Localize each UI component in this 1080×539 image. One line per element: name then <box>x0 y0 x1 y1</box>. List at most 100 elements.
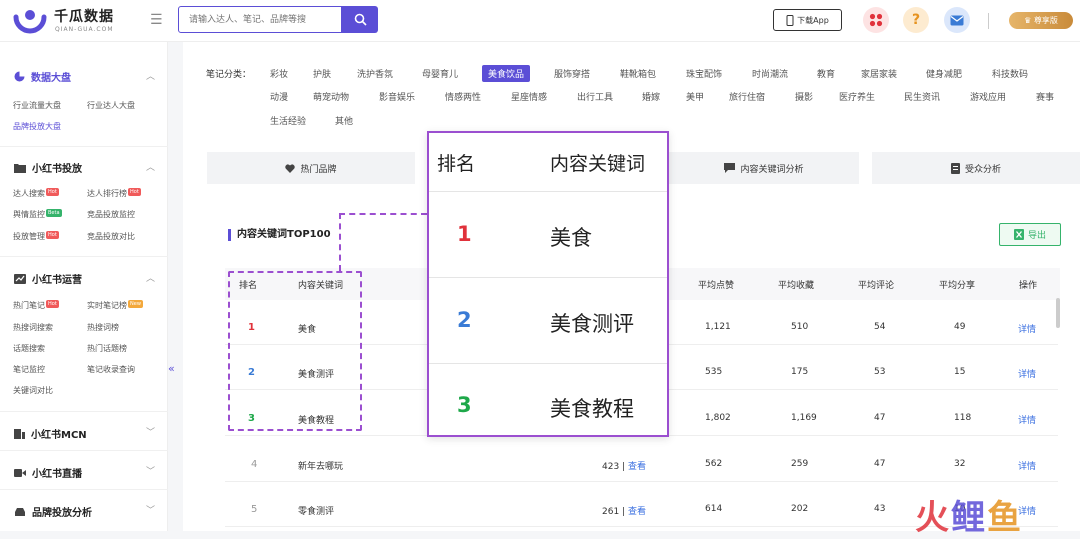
category-item[interactable]: 医疗养生 <box>839 90 875 103</box>
sidebar-section-xhs-ads[interactable]: 小红书投放 <box>14 160 82 175</box>
category-item[interactable]: 影音娱乐 <box>379 90 415 103</box>
notes-count-cell: 261 | 查看 <box>602 504 646 517</box>
chevron-down-icon[interactable]: ﹀ <box>146 503 155 516</box>
column-header-action: 操作 <box>1019 281 1038 291</box>
category-item[interactable]: 出行工具 <box>577 90 613 103</box>
category-item[interactable]: 科技数码 <box>992 67 1028 80</box>
details-link[interactable]: 详情 <box>1018 322 1036 335</box>
avg-likes-cell: 535 <box>705 367 723 377</box>
category-item[interactable]: 家居家装 <box>861 67 897 80</box>
help-button[interactable]: ? <box>903 7 929 33</box>
sidebar-section-xhs-ops[interactable]: 小红书运营 <box>14 271 82 286</box>
sidebar-section-data-overview[interactable]: 数据大盘 <box>14 69 71 84</box>
category-item[interactable]: 母婴育儿 <box>422 67 458 80</box>
sidebar-item[interactable]: 关键词对比 <box>13 385 53 396</box>
category-item[interactable]: 星座情感 <box>511 90 547 103</box>
avg-shares-cell: 32 <box>954 459 966 469</box>
chevron-up-icon[interactable]: ︿ <box>146 160 155 173</box>
comment-icon <box>724 163 736 173</box>
sidebar-item[interactable]: 投放管理 Hot <box>13 231 59 242</box>
tab-hot-brands[interactable]: 热门品牌 <box>207 152 415 184</box>
category-item[interactable]: 洗护香氛 <box>357 67 393 80</box>
chevron-down-icon[interactable]: ﹀ <box>146 425 155 438</box>
category-item[interactable]: 游戏应用 <box>970 90 1006 103</box>
sidebar-section-label: 小红书直播 <box>32 469 82 480</box>
category-item[interactable]: 民生资讯 <box>904 90 940 103</box>
category-item[interactable]: 旅行住宿 <box>729 90 765 103</box>
sidebar-item[interactable]: 热门话题榜 <box>87 343 127 354</box>
keyword-cell: 零食测评 <box>298 507 335 517</box>
sidebar-item[interactable]: 实时笔记榜 New <box>87 300 143 311</box>
apps-button[interactable] <box>863 7 889 33</box>
divider <box>0 450 168 451</box>
view-link[interactable]: 查看 <box>628 507 646 517</box>
category-item[interactable]: 婚嫁 <box>642 90 660 103</box>
sidebar-item[interactable]: 话题搜索 <box>13 343 45 354</box>
sidebar-collapse-icon[interactable]: « <box>168 362 175 375</box>
sidebar-item[interactable]: 热搜词榜 <box>87 322 119 333</box>
category-item[interactable]: 时尚潮流 <box>752 67 788 80</box>
category-item[interactable]: 护肤 <box>313 67 331 80</box>
sidebar-section-brand-analysis[interactable]: 品牌投放分析 <box>14 504 92 519</box>
search-button[interactable] <box>342 6 378 33</box>
sidebar-item[interactable]: 竞品投放对比 <box>87 231 135 242</box>
column-header-avg-likes: 平均点赞 <box>698 281 735 291</box>
tab-audience-analysis[interactable]: 受众分析 <box>872 152 1080 184</box>
sidebar-item[interactable]: 热搜词搜索 <box>13 322 53 333</box>
sidebar-item[interactable]: 达人排行榜 Hot <box>87 188 141 199</box>
vip-badge[interactable]: ♛ 尊享版 <box>1009 12 1073 29</box>
category-item[interactable]: 美甲 <box>686 90 704 103</box>
sidebar-item[interactable]: 舆情监控 Beta <box>13 209 62 220</box>
category-item[interactable]: 摄影 <box>795 90 813 103</box>
category-item[interactable]: 珠宝配饰 <box>686 67 722 80</box>
category-item[interactable]: 生活经验 <box>270 114 306 127</box>
sidebar-item[interactable]: 笔记监控 <box>13 364 45 375</box>
category-item[interactable]: 动漫 <box>270 90 288 103</box>
crown-icon: ♛ <box>1024 16 1034 25</box>
category-item-active[interactable]: 美食饮品 <box>482 65 531 82</box>
category-item[interactable]: 彩妆 <box>270 67 288 80</box>
sidebar-section-xhs-live[interactable]: 小红书直播 <box>14 465 82 480</box>
category-item[interactable]: 鞋靴箱包 <box>620 67 656 80</box>
sidebar-item-active[interactable]: 品牌投放大盘 <box>13 121 61 132</box>
rank-cell: 5 <box>251 504 258 515</box>
column-header-avg-comments: 平均评论 <box>858 281 895 291</box>
sidebar-item[interactable]: 达人搜索 Hot <box>13 188 59 199</box>
hot-tag: Hot <box>128 188 141 196</box>
sidebar-section-label: 小红书投放 <box>32 164 82 175</box>
divider <box>0 146 168 147</box>
details-link[interactable]: 详情 <box>1018 459 1036 472</box>
sidebar-item[interactable]: 热门笔记 Hot <box>13 300 59 311</box>
sidebar-item[interactable]: 行业达人大盘 <box>87 100 135 111</box>
sidebar-section-xhs-mcn[interactable]: 小红书MCN <box>14 426 87 441</box>
chevron-up-icon[interactable]: ︿ <box>146 69 155 82</box>
sidebar-item[interactable]: 竞品投放监控 <box>87 209 135 220</box>
category-item[interactable]: 教育 <box>817 67 835 80</box>
table-scrollbar[interactable] <box>1056 298 1060 328</box>
category-item[interactable]: 萌宠动物 <box>313 90 349 103</box>
sidebar-item[interactable]: 行业流量大盘 <box>13 100 61 111</box>
category-item[interactable]: 赛事 <box>1036 90 1054 103</box>
avg-likes-cell: 1,121 <box>705 322 731 332</box>
category-item[interactable]: 其他 <box>335 114 353 127</box>
chevron-down-icon[interactable]: ﹀ <box>146 464 155 477</box>
tab-label: 受众分析 <box>964 164 1001 175</box>
category-item[interactable]: 服饰穿搭 <box>554 67 590 80</box>
sidebar-item[interactable]: 笔记收录查询 <box>87 364 135 375</box>
sidebar-item-label: 投放管理 <box>13 232 45 241</box>
download-app-button[interactable]: 下载App <box>773 9 842 31</box>
question-icon: ? <box>911 12 921 28</box>
menu-collapse-icon[interactable]: ☰ <box>150 12 163 28</box>
sidebar: 数据大盘 ︿ 行业流量大盘 行业达人大盘 品牌投放大盘 小红书投放 ︿ 达人搜索… <box>0 42 168 531</box>
category-item[interactable]: 健身减肥 <box>926 67 962 80</box>
details-link[interactable]: 详情 <box>1018 367 1036 380</box>
messages-button[interactable] <box>944 7 970 33</box>
chevron-up-icon[interactable]: ︿ <box>146 271 155 284</box>
details-link[interactable]: 详情 <box>1018 413 1036 426</box>
export-button[interactable]: 导出 <box>999 223 1061 246</box>
search-input[interactable] <box>178 6 342 33</box>
tab-keyword-analysis[interactable]: 内容关键词分析 <box>669 152 859 184</box>
category-item[interactable]: 情感两性 <box>445 90 481 103</box>
logo-icon[interactable] <box>12 5 48 35</box>
view-link[interactable]: 查看 <box>628 462 646 472</box>
